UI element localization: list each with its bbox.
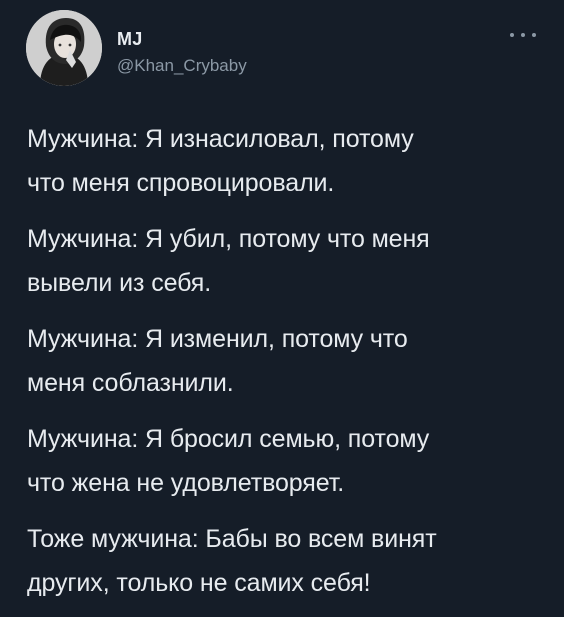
more-dot — [521, 33, 525, 37]
tweet-card: MJ @Khan_Crybaby Мужчина: Я изнасиловал,… — [0, 0, 564, 615]
tweet-text: Мужчина: Я изнасиловал, потому что меня … — [27, 117, 547, 617]
tweet-line: меня соблазнили. — [27, 369, 234, 397]
user-handle[interactable]: @Khan_Crybaby — [117, 56, 247, 76]
display-name[interactable]: MJ — [117, 29, 142, 50]
more-dot — [510, 33, 514, 37]
profile-photo-icon — [26, 10, 102, 86]
tweet-line: что жена не удовлетворяет. — [27, 469, 345, 497]
tweet-line: вывели из себя. — [27, 269, 212, 297]
tweet-line: Мужчина: Я изнасиловал, потому — [27, 125, 414, 153]
avatar[interactable] — [26, 10, 102, 86]
more-dot — [532, 33, 536, 37]
more-options-icon[interactable] — [510, 28, 536, 42]
tweet-line: что меня спровоцировали. — [27, 169, 335, 197]
tweet-line: Мужчина: Я изменил, потому что — [27, 325, 408, 353]
tweet-line: Тоже мужчина: Бабы во всем винят — [27, 525, 437, 553]
tweet-paragraph: Мужчина: Я изменил, потому что меня собл… — [27, 317, 547, 405]
tweet-paragraph: Тоже мужчина: Бабы во всем винят других,… — [27, 517, 547, 605]
tweet-line: других, только не самих себя! — [27, 569, 371, 597]
tweet-line: Мужчина: Я бросил семью, потому — [27, 425, 430, 453]
tweet-paragraph: Мужчина: Я бросил семью, потому что жена… — [27, 417, 547, 505]
tweet-paragraph: Мужчина: Я убил, потому что меня вывели … — [27, 217, 547, 305]
tweet-line: Мужчина: Я убил, потому что меня — [27, 225, 430, 253]
tweet-paragraph: Мужчина: Я изнасиловал, потому что меня … — [27, 117, 547, 205]
tweet-header: MJ @Khan_Crybaby — [26, 10, 538, 90]
